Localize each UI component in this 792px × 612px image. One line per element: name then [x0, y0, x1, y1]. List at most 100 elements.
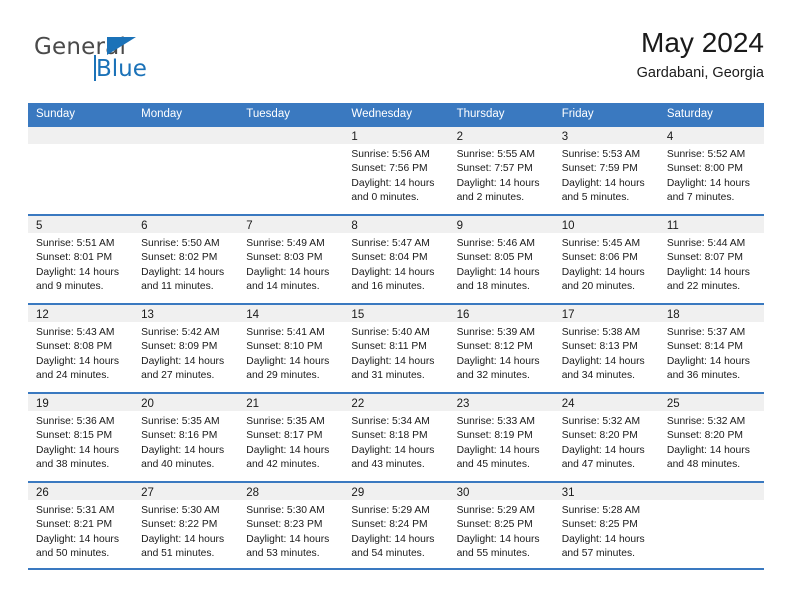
- day-cell-10[interactable]: 10 Sunrise: 5:45 AM Sunset: 8:06 PM Dayligh…: [553, 216, 659, 303]
- day-number-band: 3: [553, 127, 659, 144]
- day-cell-21[interactable]: 21 Sunrise: 5:35 AM Sunset: 8:17 PM Dayligh…: [238, 394, 344, 481]
- day-number-band: 4: [658, 127, 764, 144]
- weekday-header-friday: Friday: [561, 108, 594, 120]
- day-cell-1[interactable]: 1 Sunrise: 5:56 AM Sunset: 7:56 PM Daylight…: [343, 127, 449, 214]
- sunrise-text: Sunrise: 5:35 AM: [246, 416, 325, 427]
- day-cell-27[interactable]: 27 Sunrise: 5:30 AM Sunset: 8:22 PM Dayligh…: [133, 483, 239, 568]
- daylight-text-cont: and 20 minutes.: [561, 280, 635, 292]
- day-cell-20[interactable]: 20 Sunrise: 5:35 AM Sunset: 8:16 PM Dayligh…: [133, 394, 239, 481]
- daylight-text: Daylight: 14 hours: [246, 444, 330, 456]
- sunset-text: Sunset: 8:02 PM: [141, 252, 218, 264]
- day-cell-18[interactable]: 18 Sunrise: 5:37 AM Sunset: 8:14 PM Dayligh…: [658, 305, 764, 392]
- day-cell-2[interactable]: 2 Sunrise: 5:55 AM Sunset: 7:57 PM Daylight…: [448, 127, 554, 214]
- day-number-band: 27: [133, 483, 239, 500]
- weekday-header-wednesday: Wednesday: [351, 108, 412, 120]
- day-number: 1: [351, 131, 358, 143]
- daylight-text: Daylight: 14 hours: [561, 177, 645, 189]
- day-number: 5: [36, 220, 43, 232]
- day-number: 6: [141, 220, 148, 232]
- daylight-text-cont: and 14 minutes.: [246, 280, 320, 292]
- day-number: 8: [351, 220, 358, 232]
- day-number: 20: [141, 398, 154, 410]
- day-cell-6[interactable]: 6 Sunrise: 5:50 AM Sunset: 8:02 PM Daylight…: [133, 216, 239, 303]
- day-number: 14: [246, 309, 260, 321]
- calendar-page: General Blue May 2024 Gardabani, Georgia…: [0, 0, 792, 612]
- day-number: 4: [666, 131, 674, 143]
- day-details: Sunrise: 5:30 AM Sunset: 8:22 PM Daylight:…: [133, 500, 238, 561]
- day-details: Sunrise: 5:45 AM Sunset: 8:06 PM Daylight:…: [554, 233, 659, 294]
- day-cell-14[interactable]: 14 Sunrise: 5:41 AM Sunset: 8:10 PM Dayligh…: [238, 305, 344, 392]
- day-cell-22[interactable]: 22 Sunrise: 5:34 AM Sunset: 8:18 PM Dayligh…: [343, 394, 449, 481]
- day-cell-3[interactable]: 3 Sunrise: 5:53 AM Sunset: 7:59 PM Daylight…: [553, 127, 659, 214]
- day-cell-26[interactable]: 26 Sunrise: 5:31 AM Sunset: 8:21 PM Dayligh…: [28, 483, 134, 568]
- day-details: Sunrise: 5:39 AM Sunset: 8:12 PM Daylight:…: [449, 322, 554, 383]
- day-details: Sunrise: 5:43 AM Sunset: 8:08 PM Daylight:…: [28, 322, 133, 383]
- calendar-grid: Sunday Monday Tuesday Wednesday Thursday Frid…: [28, 103, 764, 570]
- daylight-text-cont: and 40 minutes.: [141, 458, 215, 470]
- day-details: Sunrise: 5:32 AM Sunset: 8:20 PM Daylight:…: [659, 411, 764, 472]
- sunset-text: Sunset: 8:18 PM: [351, 430, 428, 442]
- day-number-band: [28, 127, 134, 144]
- daylight-text-cont: and 32 minutes.: [456, 369, 530, 381]
- day-details: Sunrise: 5:47 AM Sunset: 8:04 PM Daylight:…: [343, 233, 448, 294]
- day-number: 3: [561, 131, 569, 143]
- sunrise-text: Sunrise: 5:41 AM: [246, 327, 325, 338]
- daylight-text: Daylight: 14 hours: [561, 533, 645, 545]
- daylight-text-cont: and 16 minutes.: [351, 280, 425, 292]
- daylight-text-cont: and 9 minutes.: [36, 280, 104, 292]
- day-number-band: 5: [28, 216, 134, 233]
- day-cell-5[interactable]: 5 Sunrise: 5:51 AM Sunset: 8:01 PM Daylight…: [28, 216, 134, 303]
- sunrise-text: Sunrise: 5:43 AM: [36, 327, 115, 338]
- day-cell-30[interactable]: 30 Sunrise: 5:29 AM Sunset: 8:25 PM Dayligh…: [448, 483, 554, 568]
- day-details: Sunrise: 5:42 AM Sunset: 8:09 PM Daylight:…: [133, 322, 238, 383]
- day-cell-25[interactable]: 25 Sunrise: 5:32 AM Sunset: 8:20 PM Dayligh…: [658, 394, 764, 481]
- sunset-text: Sunset: 8:19 PM: [456, 430, 533, 442]
- day-cell-13[interactable]: 13 Sunrise: 5:42 AM Sunset: 8:09 PM Dayligh…: [133, 305, 239, 392]
- day-cell-31[interactable]: 31 Sunrise: 5:28 AM Sunset: 8:25 PM Dayligh…: [553, 483, 659, 568]
- day-number-band: 8: [343, 216, 449, 233]
- day-cell-28[interactable]: 28 Sunrise: 5:30 AM Sunset: 8:23 PM Dayligh…: [238, 483, 344, 568]
- daylight-text: Daylight: 14 hours: [141, 533, 225, 545]
- day-cell-19[interactable]: 19 Sunrise: 5:36 AM Sunset: 8:15 PM Dayligh…: [28, 394, 134, 481]
- day-cell-17[interactable]: 17 Sunrise: 5:38 AM Sunset: 8:13 PM Dayligh…: [553, 305, 659, 392]
- day-cell-4[interactable]: 4 Sunrise: 5:52 AM Sunset: 8:00 PM Daylight…: [658, 127, 764, 214]
- day-number-band: 30: [448, 483, 554, 500]
- daylight-text-cont: and 47 minutes.: [561, 458, 635, 470]
- daylight-text: Daylight: 14 hours: [141, 444, 225, 456]
- day-cell-7[interactable]: 7 Sunrise: 5:49 AM Sunset: 8:03 PM Daylight…: [238, 216, 344, 303]
- daylight-text: Daylight: 14 hours: [246, 533, 330, 545]
- daylight-text: Daylight: 14 hours: [456, 444, 540, 456]
- page-subtitle: Gardabani, Georgia: [636, 65, 764, 81]
- day-details: Sunrise: 5:38 AM Sunset: 8:13 PM Daylight:…: [554, 322, 659, 383]
- daylight-text: Daylight: 14 hours: [351, 266, 435, 278]
- day-number: 25: [666, 398, 680, 410]
- day-number-band: 18: [658, 305, 764, 322]
- brand-logo[interactable]: General Blue: [34, 34, 254, 92]
- day-number-band: [238, 127, 344, 144]
- day-number-band: 19: [28, 394, 134, 411]
- daylight-text-cont: and 57 minutes.: [561, 547, 635, 559]
- day-cell-29[interactable]: 29 Sunrise: 5:29 AM Sunset: 8:24 PM Dayligh…: [343, 483, 449, 568]
- day-cell-23[interactable]: 23 Sunrise: 5:33 AM Sunset: 8:19 PM Dayligh…: [448, 394, 554, 481]
- day-cell-11[interactable]: 11 Sunrise: 5:44 AM Sunset: 8:07 PM Dayligh…: [658, 216, 764, 303]
- day-number-band: 31: [553, 483, 659, 500]
- day-number: 22: [351, 398, 365, 410]
- day-cell-9[interactable]: 9 Sunrise: 5:46 AM Sunset: 8:05 PM Daylight…: [448, 216, 554, 303]
- daylight-text-cont: and 29 minutes.: [246, 369, 320, 381]
- day-number-band: 1: [343, 127, 449, 144]
- day-details: Sunrise: 5:28 AM Sunset: 8:25 PM Daylight:…: [554, 500, 659, 561]
- day-cell-12[interactable]: 12 Sunrise: 5:43 AM Sunset: 8:08 PM Dayligh…: [28, 305, 134, 392]
- day-cell-24[interactable]: 24 Sunrise: 5:32 AM Sunset: 8:20 PM Dayligh…: [553, 394, 659, 481]
- day-number-band: [658, 483, 764, 500]
- sunset-text: Sunset: 8:00 PM: [666, 163, 743, 175]
- day-number: 15: [351, 309, 365, 321]
- sunrise-text: Sunrise: 5:29 AM: [351, 505, 430, 516]
- sunset-text: Sunset: 8:12 PM: [456, 341, 533, 353]
- day-cell-15[interactable]: 15 Sunrise: 5:40 AM Sunset: 8:11 PM Dayligh…: [343, 305, 449, 392]
- sunset-text: Sunset: 8:23 PM: [246, 519, 323, 531]
- day-details: Sunrise: 5:52 AM Sunset: 8:00 PM Daylight:…: [659, 144, 764, 205]
- weekday-header-thursday: Thursday: [456, 108, 505, 120]
- day-cell-16[interactable]: 16 Sunrise: 5:39 AM Sunset: 8:12 PM Dayligh…: [448, 305, 554, 392]
- sunset-text: Sunset: 8:03 PM: [246, 252, 323, 264]
- day-cell-8[interactable]: 8 Sunrise: 5:47 AM Sunset: 8:04 PM Daylight…: [343, 216, 449, 303]
